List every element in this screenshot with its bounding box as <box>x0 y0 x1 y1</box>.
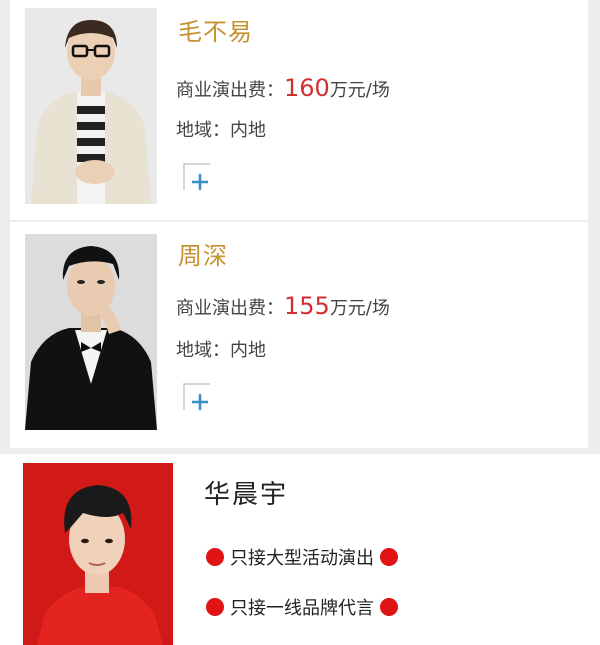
note-text: 只接大型活动演出 <box>230 548 374 569</box>
artist-card-zhou-shen[interactable]: 周深 商业演出费：155万元/场 地域：内地 <box>10 222 588 448</box>
featured-note: 只接一线品牌代言 <box>206 594 398 620</box>
plus-icon[interactable] <box>182 382 212 412</box>
fee-value: 155 <box>284 292 330 320</box>
artist-name[interactable]: 周深 <box>178 236 228 271</box>
fee-label: 商业演出费： <box>176 80 284 101</box>
red-dot-icon <box>380 598 398 616</box>
artist-card-hua-chenyu[interactable]: 华晨宇 只接大型活动演出 只接一线品牌代言 <box>0 454 600 645</box>
red-dot-icon <box>380 548 398 566</box>
fee-unit: 万元/场 <box>329 80 390 101</box>
region-row: 地域：内地 <box>176 116 266 142</box>
fee-unit: 万元/场 <box>329 298 390 319</box>
region-label: 地域： <box>176 120 230 141</box>
red-dot-icon <box>206 598 224 616</box>
red-dot-icon <box>206 548 224 566</box>
region-row: 地域：内地 <box>176 336 266 362</box>
artist-name[interactable]: 华晨宇 <box>204 474 288 511</box>
fee-label: 商业演出费： <box>176 298 284 319</box>
featured-note: 只接大型活动演出 <box>206 544 398 570</box>
plus-icon[interactable] <box>182 162 212 192</box>
note-text: 只接一线品牌代言 <box>230 598 374 619</box>
artist-card-mao-buyi[interactable]: 毛不易 商业演出费：160万元/场 地域：内地 <box>10 0 588 220</box>
artist-name[interactable]: 毛不易 <box>178 12 253 47</box>
region-label: 地域： <box>176 340 230 361</box>
artist-photo <box>23 463 173 645</box>
fee-value: 160 <box>284 74 330 102</box>
artist-photo <box>25 234 157 430</box>
fee-row: 商业演出费：160万元/场 <box>176 74 390 102</box>
region-value: 内地 <box>230 340 266 361</box>
region-value: 内地 <box>230 120 266 141</box>
artist-photo <box>25 8 157 204</box>
fee-row: 商业演出费：155万元/场 <box>176 292 390 320</box>
